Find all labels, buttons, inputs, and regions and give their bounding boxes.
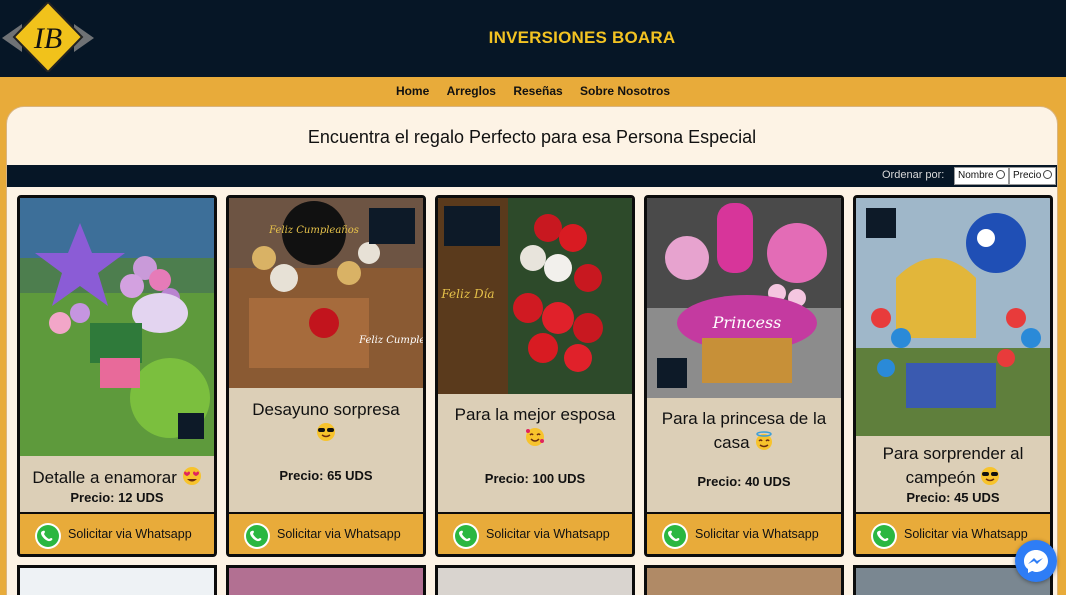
product-card-partial[interactable] <box>17 565 217 595</box>
whatsapp-order-button[interactable]: Solicitar via Whatsapp <box>20 512 214 554</box>
page: IB INVERSIONES BOARA Home Arreglos Reseñ… <box>0 0 1070 595</box>
page-scrollbar[interactable] <box>1066 0 1070 595</box>
radio-icon <box>995 170 1005 179</box>
brand-title: INVERSIONES BOARA <box>488 28 676 47</box>
product-price: Precio: 12 UDS <box>70 490 164 505</box>
whatsapp-label: Solicitar via Whatsapp <box>486 527 610 541</box>
whatsapp-label: Solicitar via Whatsapp <box>68 527 192 541</box>
product-photo[interactable]: Princess <box>647 198 841 398</box>
whatsapp-icon <box>662 523 688 549</box>
product-card-partial[interactable] <box>644 565 844 595</box>
product-title-text: Para la mejor esposa <box>454 405 616 424</box>
whatsapp-label: Solicitar via Whatsapp <box>904 527 1028 541</box>
product-title-text: Desayuno sorpresa <box>252 400 400 419</box>
sunglasses-icon <box>317 423 335 441</box>
whatsapp-icon <box>453 523 479 549</box>
smiling-face-with-halo-icon <box>756 431 773 450</box>
product-title-text: Para la princesa de la casa <box>661 409 827 452</box>
svg-text:Feliz Cumpleaños: Feliz Cumpleaños <box>358 335 423 346</box>
product-card-partial[interactable] <box>226 565 426 595</box>
sort-name-label: Nombre <box>958 170 994 181</box>
product-card-partial[interactable] <box>435 565 635 595</box>
nav-home[interactable]: Home <box>396 84 429 98</box>
product-card[interactable]: Para sorprender al campeón Precio: 45 UD… <box>853 195 1053 557</box>
product-card[interactable]: Feliz Día Para la mejor esposa Precio: 1… <box>435 195 635 557</box>
whatsapp-icon <box>35 523 61 549</box>
page-headline: Encuentra el regalo Perfecto para esa Pe… <box>307 127 757 147</box>
product-card[interactable]: Detalle a enamorar Precio: 12 UDS Solici… <box>17 195 217 557</box>
sort-bar: Ordenar por: Nombre Precio <box>7 165 1057 187</box>
whatsapp-icon <box>244 523 270 549</box>
whatsapp-label: Solicitar via Whatsapp <box>277 527 401 541</box>
main-nav: Home Arreglos Reseñas Sobre Nosotros <box>0 84 1066 98</box>
product-photo[interactable]: Feliz Día <box>438 198 632 394</box>
svg-text:Princess: Princess <box>712 313 782 332</box>
heart-eyes-icon <box>182 467 201 485</box>
product-price: Precio: 65 UDS <box>279 468 373 483</box>
sort-label: Ordenar por: <box>882 169 945 181</box>
product-grid: Detalle a enamorar Precio: 12 UDS Solici… <box>15 195 1055 595</box>
product-title: Desayuno sorpresa <box>229 398 423 446</box>
catalog-panel: Encuentra el regalo Perfecto para esa Pe… <box>6 106 1058 595</box>
svg-text:Feliz Día: Feliz Día <box>440 287 494 301</box>
smiling-face-with-hearts-icon <box>526 428 544 446</box>
whatsapp-label: Solicitar via Whatsapp <box>695 527 819 541</box>
sunglasses-icon <box>981 467 1000 485</box>
product-photo[interactable]: Feliz Cumpleaños Feliz Cumpleaños <box>229 198 423 388</box>
sort-price-label: Precio <box>1013 170 1042 181</box>
product-title: Para la mejor esposa <box>438 403 632 451</box>
nav-sobre-nosotros[interactable]: Sobre Nosotros <box>580 84 670 98</box>
product-title: Para la princesa de la casa <box>647 407 841 455</box>
whatsapp-order-button[interactable]: Solicitar via Whatsapp <box>647 512 841 554</box>
svg-text:Feliz Cumpleaños: Feliz Cumpleaños <box>268 225 359 236</box>
sort-by-price-button[interactable]: Precio <box>1009 167 1057 185</box>
site-header: IB INVERSIONES BOARA <box>0 0 1066 77</box>
messenger-chat-button[interactable] <box>1015 540 1057 582</box>
sort-by-name-button[interactable]: Nombre <box>954 167 1009 185</box>
whatsapp-icon <box>871 523 897 549</box>
nav-arreglos[interactable]: Arreglos <box>447 84 496 98</box>
product-card[interactable]: Feliz Cumpleaños Feliz Cumpleaños Desayu… <box>226 195 426 557</box>
product-title-text: Para sorprender al campeón <box>882 444 1024 487</box>
messenger-icon <box>1024 550 1048 573</box>
product-title: Para sorprender al campeón <box>856 442 1050 490</box>
product-photo[interactable] <box>856 198 1050 436</box>
whatsapp-order-button[interactable]: Solicitar via Whatsapp <box>229 512 423 554</box>
product-title-text: Detalle a enamorar <box>32 468 177 487</box>
whatsapp-order-button[interactable]: Solicitar via Whatsapp <box>438 512 632 554</box>
product-price: Precio: 100 UDS <box>484 471 586 486</box>
product-price: Precio: 40 UDS <box>697 474 791 489</box>
product-price: Precio: 45 UDS <box>906 490 1000 505</box>
product-card[interactable]: Princess Para la princesa de la casa Pre… <box>644 195 844 557</box>
nav-resenas[interactable]: Reseñas <box>513 84 562 98</box>
product-title: Detalle a enamorar <box>20 466 214 490</box>
radio-icon <box>1043 170 1053 179</box>
product-photo[interactable] <box>20 198 214 456</box>
